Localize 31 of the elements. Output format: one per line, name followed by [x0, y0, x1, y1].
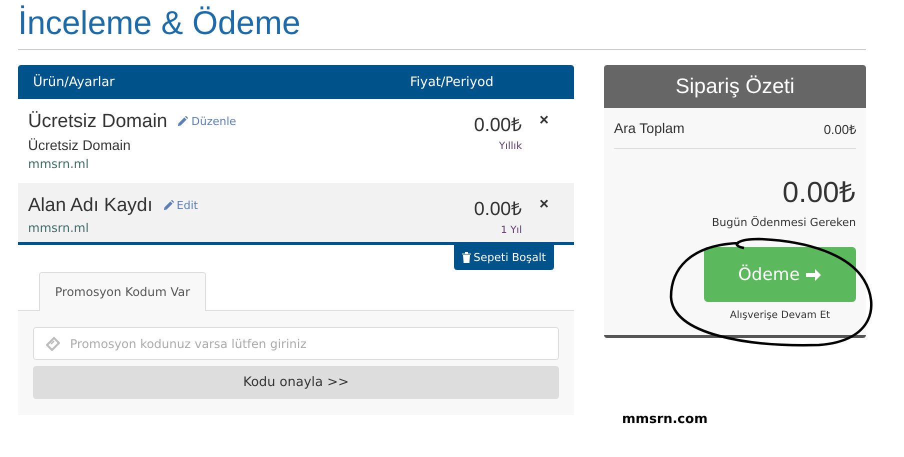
pencil-icon	[162, 200, 174, 211]
domain-name: mmsrn.ml	[28, 157, 90, 171]
price: 0.00₺	[473, 198, 522, 221]
subtotal-value: 0.00₺	[824, 121, 856, 138]
edit-link[interactable]: Düzenle	[177, 115, 236, 128]
total-amount: 0.00₺	[782, 176, 856, 210]
promo-tab[interactable]: Promosyon Kodum Var	[39, 272, 206, 311]
remove-button[interactable]: ×	[524, 195, 564, 215]
arrow-right-icon	[806, 268, 822, 282]
pencil-icon	[177, 116, 188, 127]
total-label: Bugün Ödenmesi Gereken	[710, 216, 856, 229]
billing-period: Yıllık	[498, 141, 522, 152]
remove-button[interactable]: ×	[524, 111, 564, 131]
column-header: Ürün/Ayarlar	[32, 74, 116, 90]
product-name: Ücretsiz Domain	[28, 111, 168, 133]
empty-cart-button[interactable]: Sepeti Boşalt	[454, 245, 554, 270]
domain-name: mmsrn.ml	[28, 221, 90, 235]
column-header: Fiyat/Periyod	[410, 74, 495, 90]
trash-icon	[462, 252, 471, 263]
subtotal-label: Ara Toplam	[614, 120, 685, 138]
apply-code-button[interactable]: Kodu onayla >>	[33, 366, 559, 399]
price: 0.00₺	[473, 114, 522, 137]
summary-title: Sipariş Özeti	[604, 65, 866, 108]
billing-period: 1 Yıl	[500, 225, 522, 236]
edit-link[interactable]: Edit	[162, 199, 198, 212]
product-description: Ücretsiz Domain	[28, 137, 132, 153]
footer-text: mmsrn.com	[622, 412, 709, 427]
promo-code-field[interactable]: Promosyon kodunuz varsa lütfen giriniz	[33, 327, 559, 360]
continue-shopping-link[interactable]: Alışverişe Devam Et	[704, 310, 856, 321]
product-name: Alan Adı Kaydı	[28, 195, 153, 217]
page-title: İnceleme & Ödeme	[18, 3, 302, 43]
